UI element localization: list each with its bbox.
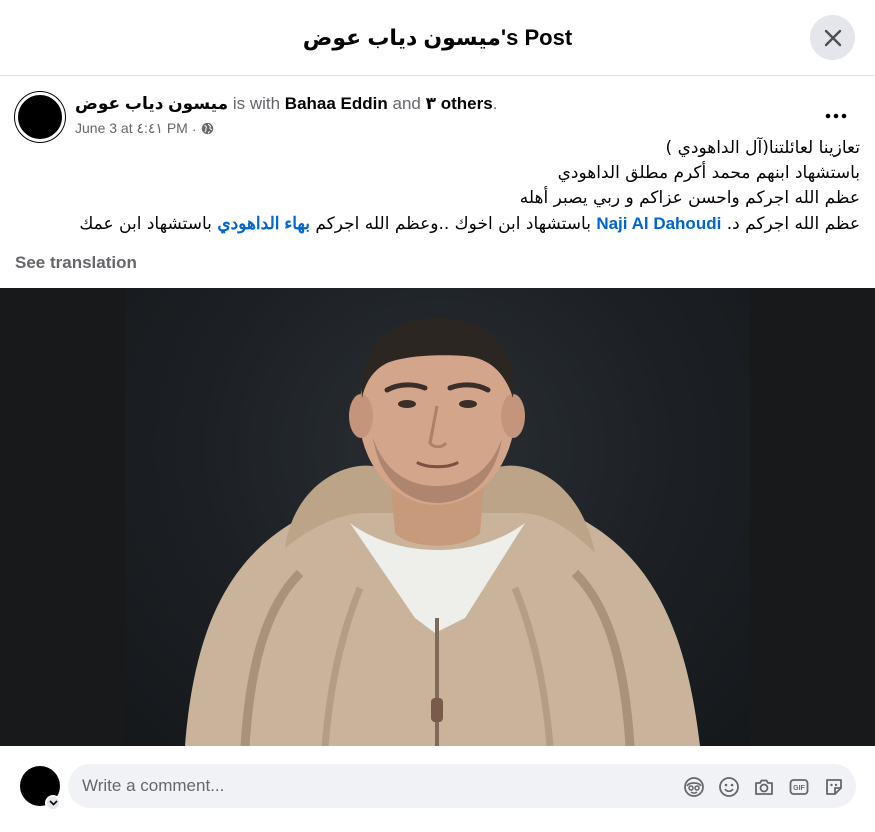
camera-button[interactable] (751, 774, 776, 799)
post-dialog-header: ميسون دياب عوض's Post (0, 0, 875, 76)
comment-box: GIF (68, 764, 856, 808)
post-line-4-part-3: باستشهاد ابن عمك (79, 214, 212, 234)
post-line-4: عظم الله اجركم د. Naji Al Dahoudi باستشه… (15, 211, 860, 237)
period: . (492, 94, 498, 113)
post-meta: June 3 at ٤:٤١ PM · (75, 120, 214, 137)
post-line-3: عظم الله اجركم واحسن عزاكم و ربي يصبر أه… (519, 188, 860, 208)
avatar-sticker-button[interactable] (681, 774, 706, 799)
emoji-icon (718, 776, 739, 797)
author-avatar[interactable] (15, 92, 65, 142)
author-line: ميسون دياب عوض is with Bahaa Eddin and ٣… (75, 94, 497, 114)
comment-tools: GIF (681, 774, 846, 799)
post-line-1: تعازينا لعائلتنا(آل الداهودي ) (665, 138, 860, 158)
gif-icon: GIF (789, 778, 808, 795)
sticker-button[interactable] (821, 774, 846, 799)
dialog-title: ميسون دياب عوض's Post (302, 24, 573, 50)
mention-bahaa[interactable]: بهاء الداهودي (217, 214, 310, 233)
mention-naji[interactable]: Naji Al Dahoudi (596, 214, 721, 233)
post-body: تعازينا لعائلتنا(آل الداهودي ) باستشهاد … (15, 136, 860, 237)
post-line-4-part-1: عظم الله اجركم د. (726, 214, 860, 234)
tagged-others[interactable]: ٣ others (426, 94, 493, 113)
see-translation-link[interactable]: See translation (15, 253, 137, 273)
close-icon (824, 29, 841, 46)
tagged-person[interactable]: Bahaa Eddin (285, 94, 388, 113)
gif-button[interactable]: GIF (786, 774, 811, 799)
with-text: is with (232, 94, 281, 113)
avatar-sticker-icon (683, 776, 704, 797)
emoji-button[interactable] (716, 774, 741, 799)
close-button[interactable] (810, 15, 855, 60)
comment-composer: GIF (0, 746, 875, 832)
post-line-4-part-2: باستشهاد ابن اخوك ..وعظم الله اجركم (315, 214, 591, 234)
post-photo[interactable] (125, 288, 750, 746)
author-name[interactable]: ميسون دياب عوض (75, 94, 228, 113)
camera-icon (754, 779, 773, 795)
globe-icon (201, 122, 213, 135)
post-line-2: باستشهاد ابنهم محمد أكرم مطلق الداهودي (557, 163, 860, 183)
post-header: ميسون دياب عوض is with Bahaa Eddin and ٣… (15, 90, 860, 142)
more-options-button[interactable] (820, 102, 852, 130)
post-date[interactable]: June 3 at ٤:٤١ PM (75, 120, 188, 137)
photo-portrait (185, 318, 700, 746)
and-text: and (392, 94, 421, 113)
post-photo-container (0, 288, 875, 746)
sticker-icon (825, 778, 842, 795)
chevron-down-icon (48, 800, 58, 806)
meta-dot: · (191, 120, 197, 137)
profile-switch-button[interactable] (45, 795, 61, 811)
more-icon (825, 113, 847, 119)
svg-text:GIF: GIF (793, 785, 805, 792)
comment-input[interactable] (68, 776, 648, 796)
